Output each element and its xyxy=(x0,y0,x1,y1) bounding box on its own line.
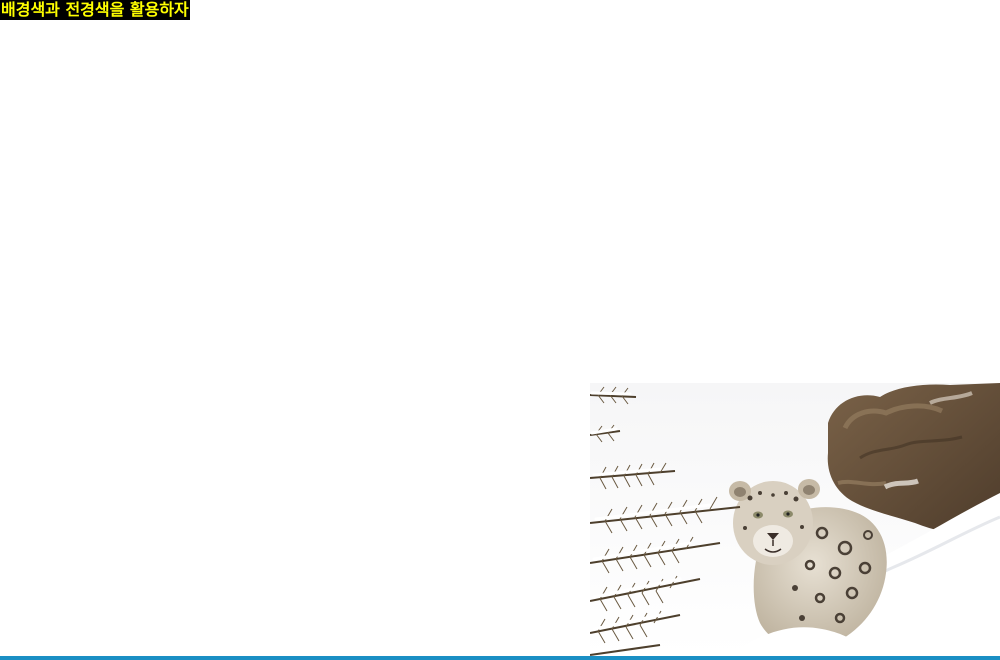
bottom-accent-bar xyxy=(0,656,1000,660)
page-heading: 배경색과 전경색을 활용하자 xyxy=(0,0,190,20)
snow-leopard-photo xyxy=(590,383,1000,656)
